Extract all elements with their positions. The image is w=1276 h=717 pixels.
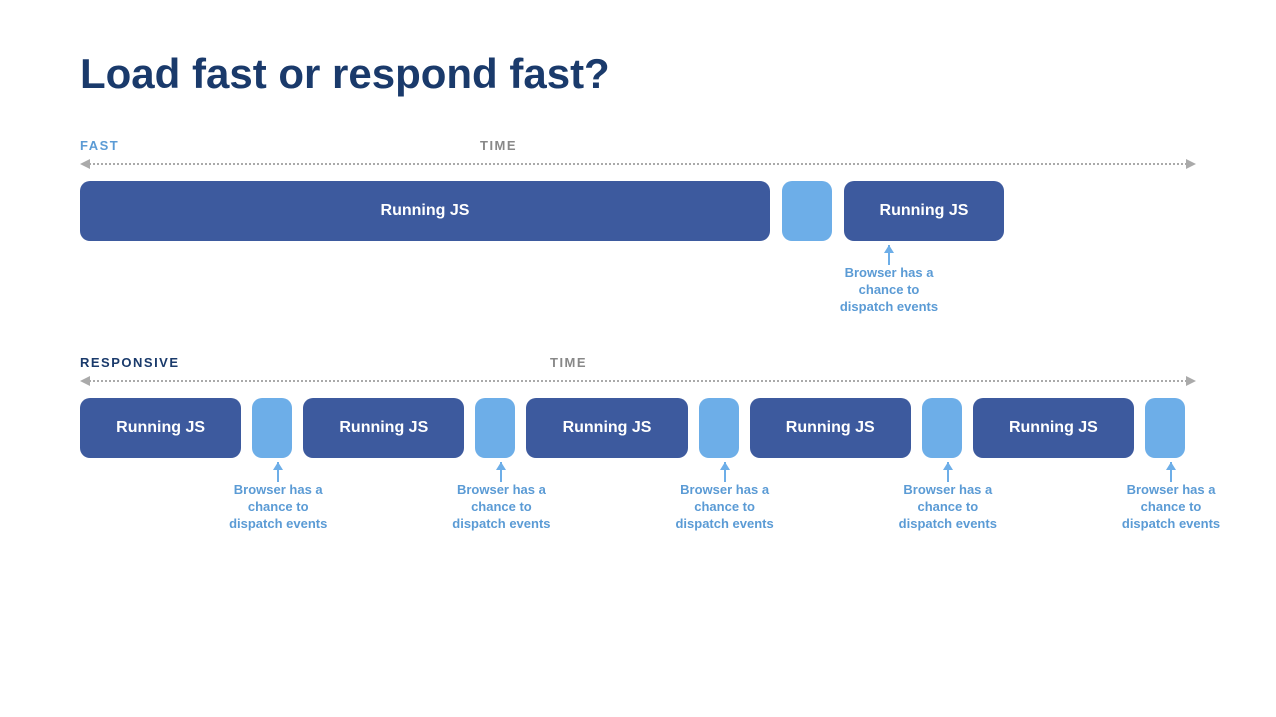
resp-js-5-label: Running JS [1009,419,1098,437]
fast-labels-row: FAST TIME [80,138,1196,153]
responsive-section: RESPONSIVE TIME Running JS Running JS Ru… [80,355,1196,533]
resp-js-3: Running JS [526,398,687,458]
resp-js-2: Running JS [303,398,464,458]
resp-js-5: Running JS [973,398,1134,458]
resp-js-3-label: Running JS [563,419,652,437]
fast-annotation-wrap: Browser has a chance to dispatch events [80,245,1196,325]
responsive-labels-row: RESPONSIVE TIME [80,355,1196,370]
fast-js-block-2: Running JS [844,181,1004,241]
resp-ann-arrow-1 [277,462,279,482]
resp-annotation-5: Browser has a chance to dispatch events [1146,462,1196,533]
page-title: Load fast or respond fast? [80,50,1196,98]
resp-js-1: Running JS [80,398,241,458]
fast-label: FAST [80,138,190,153]
resp-annotations: Browser has a chance to dispatch events … [80,462,1196,533]
fast-arrow-right [1186,159,1196,169]
fast-arrow-line [89,163,1187,165]
fast-js-block-1: Running JS [80,181,770,241]
resp-js-2-label: Running JS [339,419,428,437]
fast-time-label: TIME [480,138,517,153]
fast-blocks-row: Running JS Running JS [80,181,1196,241]
resp-gap-1 [252,398,292,458]
responsive-label: RESPONSIVE [80,355,190,370]
resp-gap-3 [699,398,739,458]
resp-gap-5 [1145,398,1185,458]
resp-annotation-1: Browser has a chance to dispatch events [253,462,303,533]
fast-section: FAST TIME Running JS Running JS [80,138,1196,325]
fast-timeline [80,159,1196,169]
responsive-blocks-row: Running JS Running JS Running JS Running… [80,398,1196,458]
resp-ann-text-5: Browser has a chance to dispatch events [1106,482,1236,533]
responsive-time-label: TIME [550,355,587,370]
fast-gap-block [782,181,832,241]
resp-ann-arrow-4 [947,462,949,482]
resp-arrow-right [1186,376,1196,386]
responsive-timeline [80,376,1196,386]
resp-gap-4 [922,398,962,458]
fast-annotation-arrow [888,245,890,265]
resp-arrow-line [89,380,1187,382]
resp-js-4: Running JS [750,398,911,458]
resp-ann-arrow-3 [724,462,726,482]
resp-ann-arrow-2 [500,462,502,482]
resp-annotation-3: Browser has a chance to dispatch events [700,462,750,533]
resp-js-1-label: Running JS [116,419,205,437]
resp-annotation-4: Browser has a chance to dispatch events [923,462,973,533]
resp-annotation-2: Browser has a chance to dispatch events [476,462,526,533]
resp-js-4-label: Running JS [786,419,875,437]
fast-annotation: Browser has a chance to dispatch events [824,245,954,316]
resp-gap-2 [475,398,515,458]
resp-ann-arrow-5 [1170,462,1172,482]
fast-annotation-text: Browser has a chance to dispatch events [824,265,954,316]
slide: Load fast or respond fast? FAST TIME Run… [0,0,1276,717]
